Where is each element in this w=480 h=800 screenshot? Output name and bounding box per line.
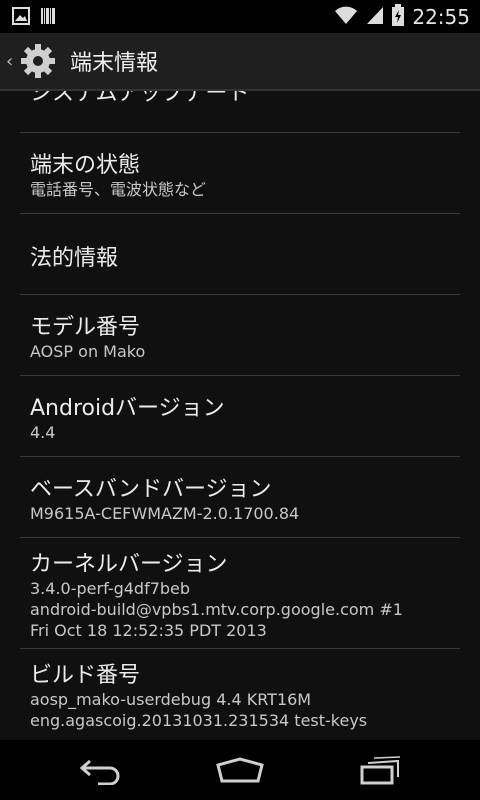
- list-item-subtitle: AOSP on Mako: [30, 342, 146, 361]
- navigation-bar: [0, 740, 480, 800]
- status-left-icons: [12, 7, 56, 29]
- battery-icon: [392, 4, 405, 30]
- back-chevron-icon[interactable]: ‹: [6, 51, 16, 72]
- status-right-icons: 22:55: [334, 4, 470, 30]
- barcode-icon: [40, 7, 56, 29]
- list-item-title: Androidバージョン: [30, 396, 225, 421]
- list-item-model-number[interactable]: モデル番号 AOSP on Mako: [0, 295, 480, 375]
- recent-apps-icon[interactable]: [358, 755, 402, 789]
- list-item-build-number[interactable]: ビルド番号 aosp_mako-userdebug 4.4 KRT16M eng…: [0, 649, 480, 741]
- image-icon: [12, 7, 30, 29]
- list-item-legal-info[interactable]: 法的情報: [0, 214, 480, 294]
- list-item-title: ビルド番号: [30, 663, 141, 688]
- action-bar: ‹ 端末情報: [0, 33, 480, 89]
- settings-gear-icon[interactable]: [18, 41, 58, 81]
- list-item-subtitle: aosp_mako-userdebug 4.4 KRT16M: [30, 690, 312, 709]
- list-item-subtitle: 3.4.0-perf-g4df7beb: [30, 579, 191, 598]
- list-item-subtitle: eng.agascoig.20131031.231534 test-keys: [30, 711, 368, 730]
- list-item-subtitle: Fri Oct 18 12:52:35 PDT 2013: [30, 621, 267, 640]
- list-item-android-version[interactable]: Androidバージョン 4.4: [0, 376, 480, 456]
- wifi-icon: [334, 5, 358, 29]
- back-icon[interactable]: [78, 755, 122, 789]
- list-item-title: 法的情報: [30, 246, 119, 271]
- home-icon[interactable]: [214, 755, 266, 789]
- list-item-title: ベースバンドバージョン: [30, 477, 272, 502]
- list-item-title: システムアップデート: [30, 91, 250, 106]
- list-item-title: 端末の状態: [30, 153, 141, 178]
- status-time: 22:55: [412, 5, 470, 29]
- list-item-system-update[interactable]: システムアップデート: [0, 91, 480, 133]
- list-item-subtitle: 4.4: [30, 423, 56, 442]
- page-title: 端末情報: [70, 51, 159, 76]
- list-item-subtitle: 電話番号、電波状態など: [30, 180, 207, 199]
- list-item-title: カーネルバージョン: [30, 552, 228, 577]
- list-item-subtitle: M9615A-CEFWMAZM-2.0.1700.84: [30, 504, 300, 523]
- list-item-baseband-version[interactable]: ベースバンドバージョン M9615A-CEFWMAZM-2.0.1700.84: [0, 457, 480, 537]
- list-item-title: モデル番号: [30, 315, 141, 340]
- list-item-kernel-version[interactable]: カーネルバージョン 3.4.0-perf-g4df7beb android-bu…: [0, 538, 480, 648]
- list-item-subtitle: android-build@vpbs1.mtv.corp.google.com …: [30, 600, 403, 619]
- signal-icon: [366, 5, 384, 29]
- status-bar: 22:55: [0, 0, 480, 33]
- list-item-device-status[interactable]: 端末の状態 電話番号、電波状態など: [0, 133, 480, 213]
- settings-list[interactable]: システムアップデート 端末の状態 電話番号、電波状態など 法的情報 モデル番号 …: [0, 91, 480, 741]
